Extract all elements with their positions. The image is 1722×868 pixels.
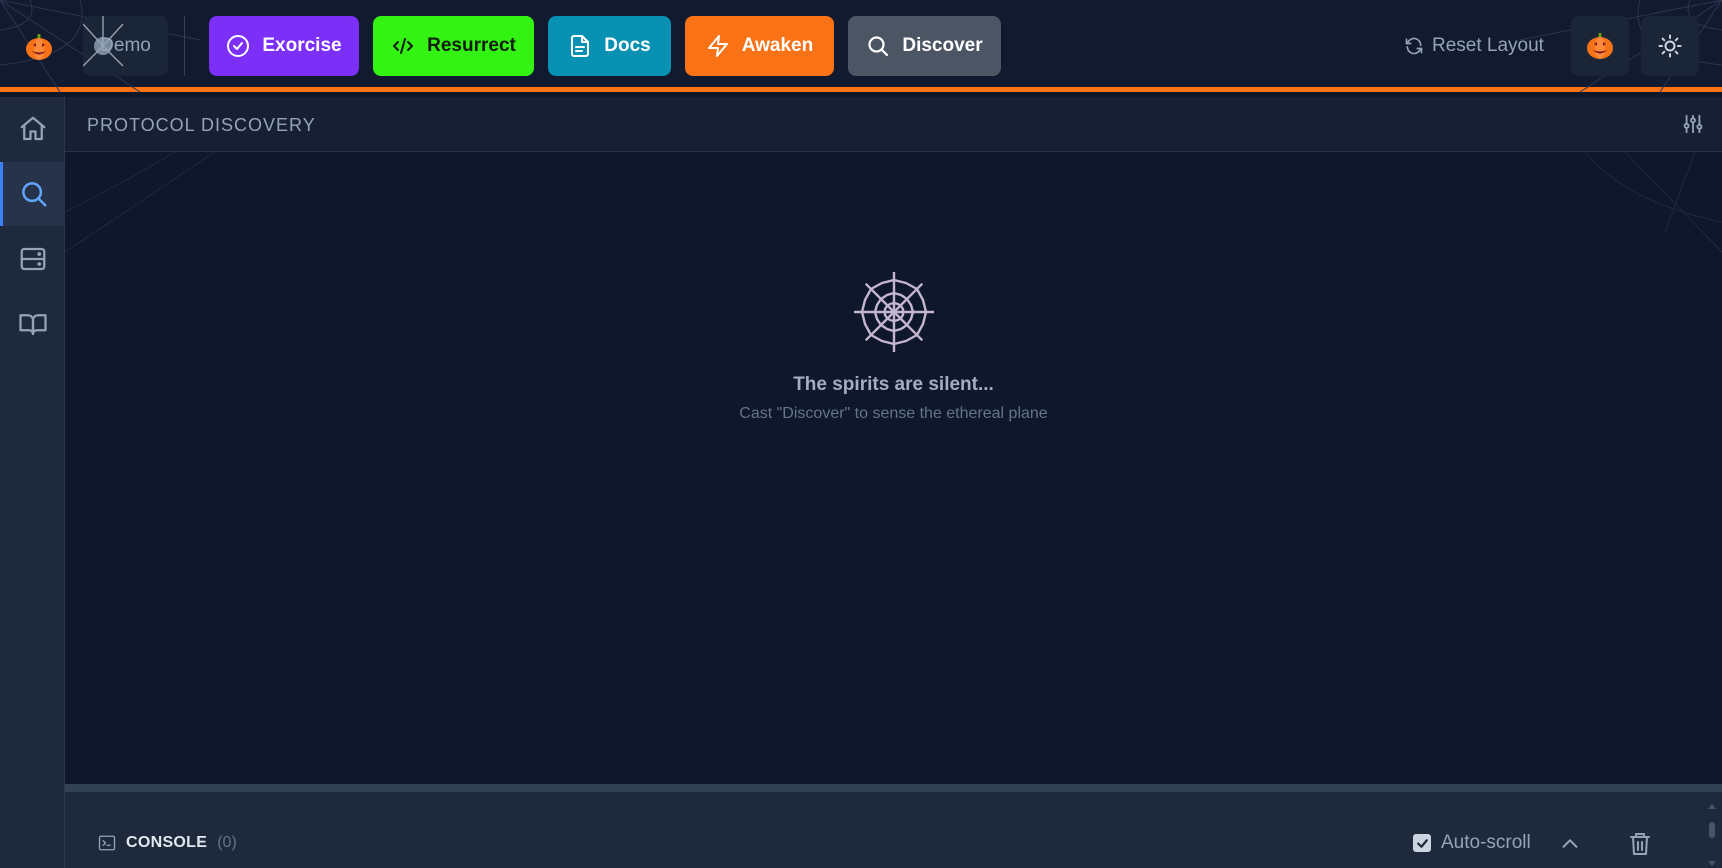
- home-icon: [20, 116, 45, 141]
- top-bar: Demo Exorcise Resurrect Docs Awaken Disc…: [0, 0, 1722, 92]
- empty-state: The spirits are silent... Cast "Discover…: [65, 270, 1722, 423]
- panel-header: PROTOCOL DISCOVERY: [65, 97, 1722, 152]
- resurrect-button[interactable]: Resurrect: [373, 16, 534, 76]
- terminal-icon: [98, 835, 116, 851]
- check-circle-icon: [227, 35, 250, 57]
- pumpkin-icon: [26, 34, 52, 60]
- exorcise-label: Exorcise: [262, 35, 342, 56]
- docs-label: Docs: [604, 35, 651, 56]
- chevron-up-icon[interactable]: [1559, 833, 1581, 855]
- console-count: (0): [217, 834, 237, 851]
- awaken-label: Awaken: [741, 35, 814, 56]
- spiderweb-icon: [853, 272, 934, 352]
- demo-label: Demo: [100, 35, 151, 56]
- book-icon: [18, 314, 47, 336]
- console-resize-handle[interactable]: [65, 784, 1722, 792]
- theme-toggle-button[interactable]: [1641, 16, 1699, 76]
- autoscroll-label: Auto-scroll: [1441, 832, 1531, 853]
- refresh-icon: [1405, 37, 1423, 55]
- search-icon: [22, 182, 47, 207]
- autoscroll-checkbox[interactable]: [1413, 834, 1431, 852]
- check-icon: [1416, 838, 1428, 848]
- exorcise-button[interactable]: Exorcise: [209, 16, 359, 76]
- console-header[interactable]: CONSOLE (0): [98, 834, 237, 852]
- sun-icon: [1658, 34, 1682, 58]
- trash-icon[interactable]: [1628, 831, 1652, 857]
- empty-state-title: The spirits are silent...: [793, 374, 994, 395]
- app-root: Demo Exorcise Resurrect Docs Awaken Disc…: [0, 0, 1722, 868]
- sidebar: [0, 97, 65, 868]
- console-label: CONSOLE: [126, 834, 208, 851]
- search-icon: [868, 36, 889, 57]
- empty-state-subtitle: Cast "Discover" to sense the ethereal pl…: [739, 405, 1048, 422]
- awaken-button[interactable]: Awaken: [685, 16, 834, 76]
- discover-button[interactable]: Discover: [848, 16, 1001, 76]
- console-bar: CONSOLE (0) Auto-scroll: [65, 792, 1722, 868]
- lightning-icon: [707, 35, 728, 57]
- sliders-icon[interactable]: [1682, 113, 1704, 135]
- demo-button[interactable]: Demo: [83, 16, 168, 76]
- panel-title: PROTOCOL DISCOVERY: [87, 115, 316, 135]
- sidebar-item-docs[interactable]: [0, 292, 65, 356]
- reset-layout-label: Reset Layout: [1432, 35, 1544, 56]
- server-icon: [20, 247, 45, 271]
- reset-layout-button[interactable]: Reset Layout: [1404, 28, 1544, 64]
- autoscroll-toggle[interactable]: Auto-scroll: [1413, 832, 1531, 854]
- resurrect-label: Resurrect: [427, 35, 516, 56]
- panel-body: The spirits are silent... Cast "Discover…: [65, 152, 1722, 784]
- sidebar-item-servers[interactable]: [0, 227, 65, 291]
- docs-button[interactable]: Docs: [548, 16, 671, 76]
- pumpkin-theme-button[interactable]: [1571, 16, 1629, 76]
- toolbar-divider: [184, 16, 185, 76]
- code-icon: [393, 38, 414, 54]
- pumpkin-logo-button[interactable]: [20, 28, 58, 66]
- sidebar-item-discover[interactable]: [0, 162, 65, 226]
- document-icon: [571, 35, 590, 57]
- console-scrollbar[interactable]: [1705, 800, 1719, 868]
- discover-label: Discover: [902, 35, 983, 56]
- cobweb-decoration-icon: [65, 152, 1722, 253]
- sidebar-item-home[interactable]: [0, 97, 65, 161]
- pumpkin-icon: [1587, 33, 1613, 59]
